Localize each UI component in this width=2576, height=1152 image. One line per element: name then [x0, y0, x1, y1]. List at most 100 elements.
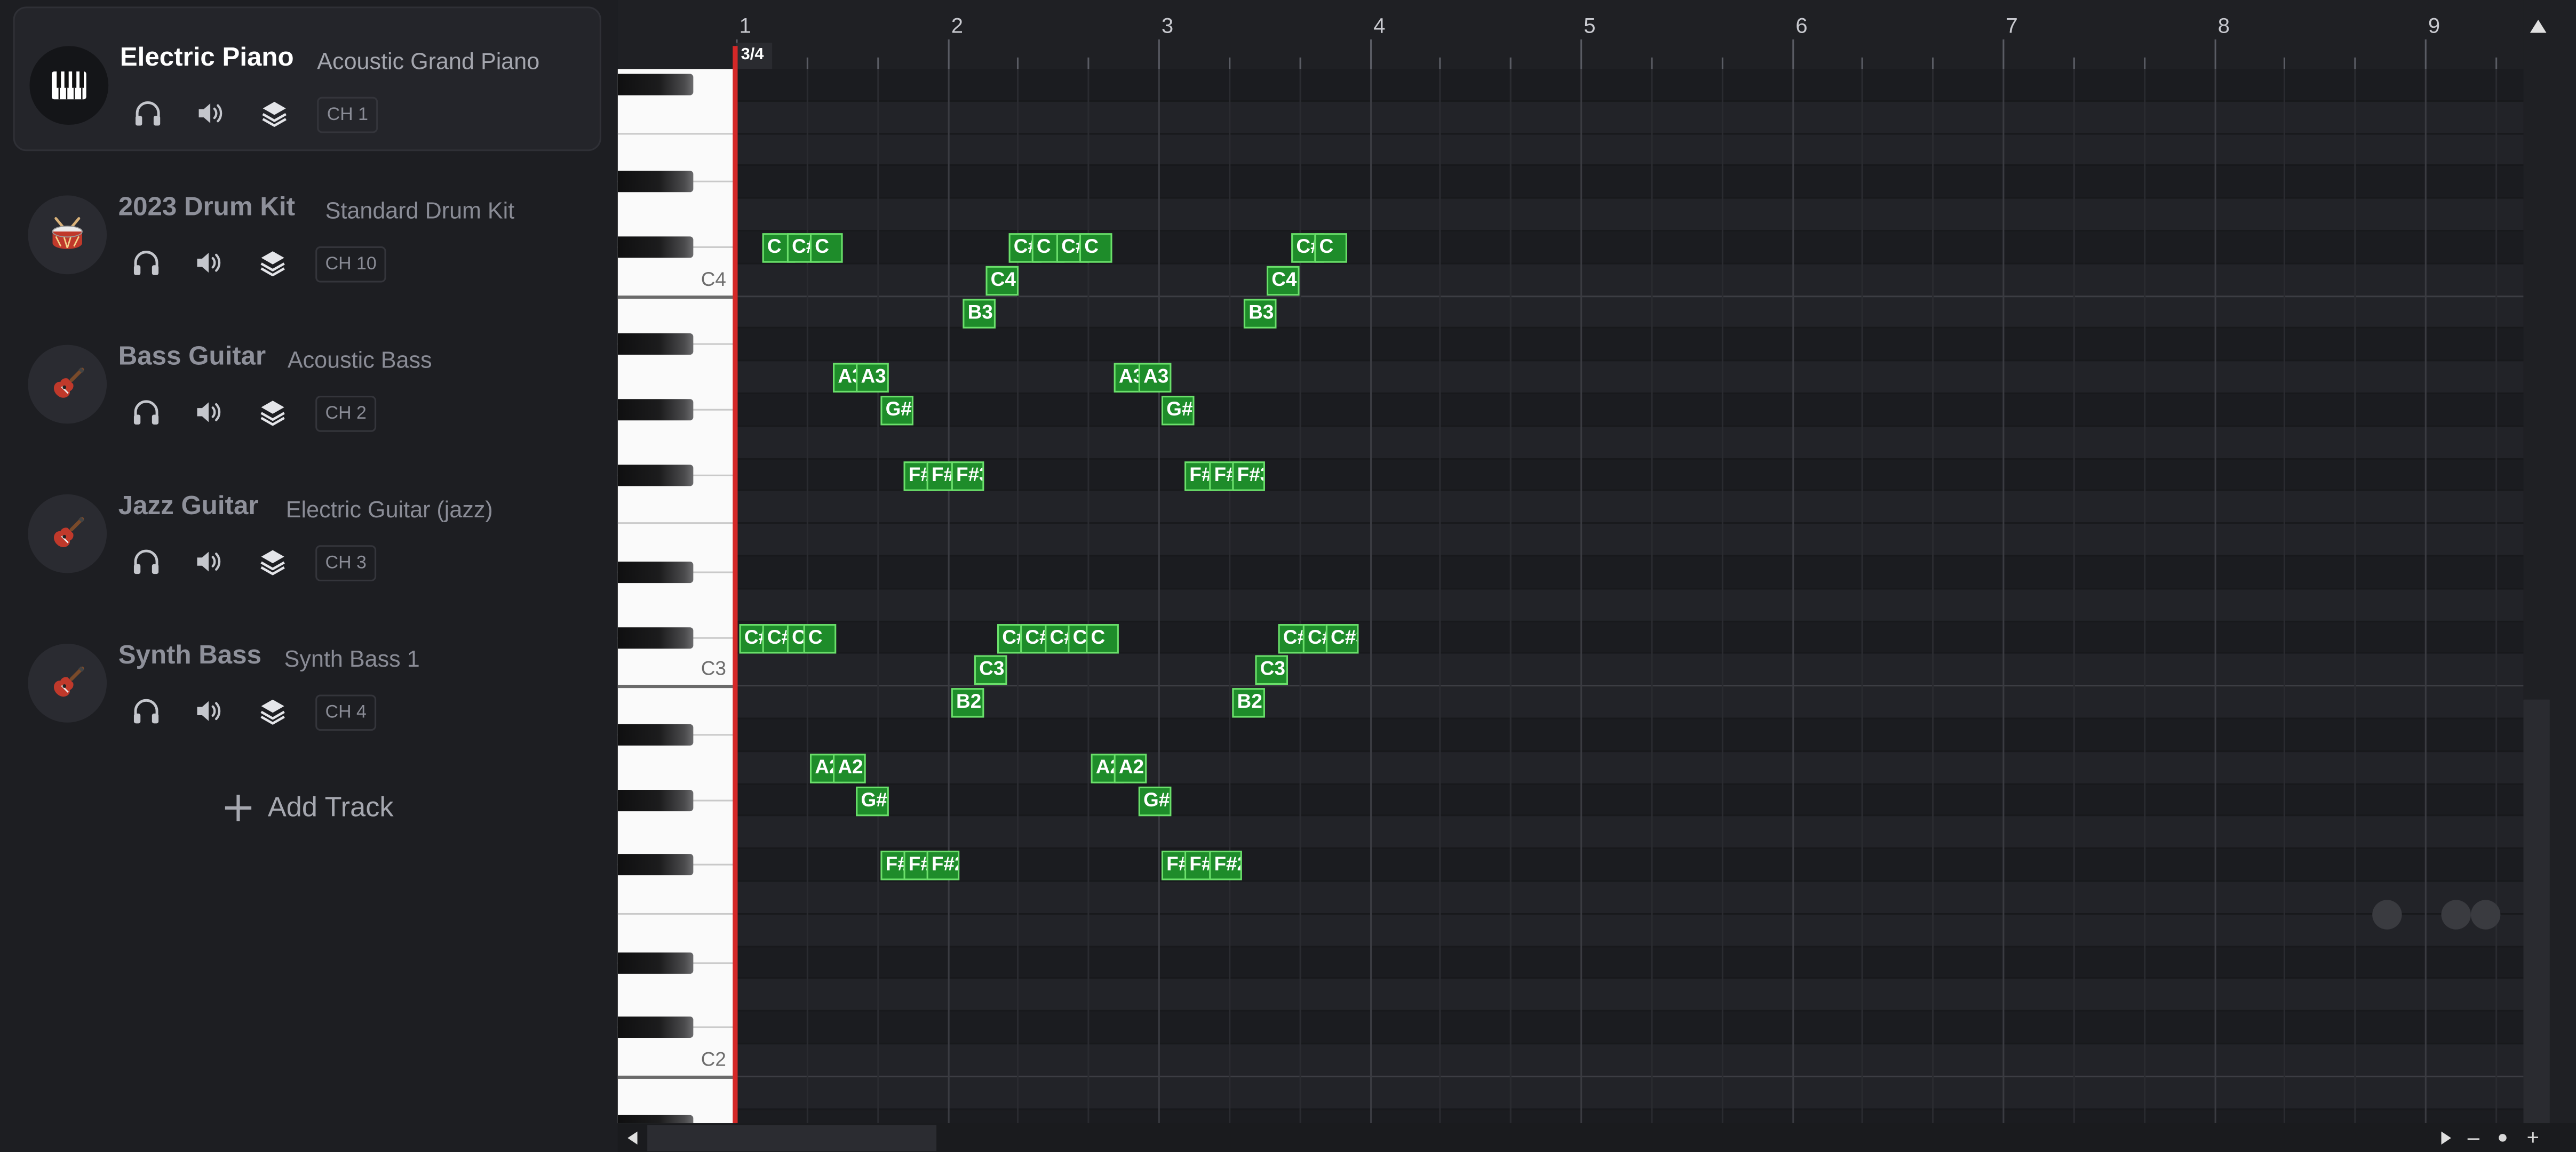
volume-icon[interactable]: [192, 95, 228, 132]
midi-note[interactable]: F#2: [1209, 850, 1242, 881]
black-key[interactable]: [617, 951, 694, 973]
midi-note[interactable]: C: [1086, 624, 1119, 654]
midi-note[interactable]: C: [1079, 233, 1112, 263]
scroll-up-arrow-icon[interactable]: [2530, 19, 2547, 33]
midi-note[interactable]: F#2: [926, 850, 960, 881]
black-key[interactable]: [617, 562, 694, 583]
track-instrument[interactable]: Acoustic Bass: [288, 347, 432, 373]
grid-row: [736, 589, 2524, 622]
track-item[interactable]: Bass Guitar Acoustic Bass CH 2: [13, 307, 601, 452]
track-name[interactable]: Synth Bass: [118, 642, 261, 671]
headphones-icon[interactable]: [128, 693, 164, 729]
track-instrument[interactable]: Electric Guitar (jazz): [286, 496, 493, 522]
timeline-ruler[interactable]: 1 2 3 4 5 6 7 8 9 3/4: [736, 0, 2524, 69]
midi-note[interactable]: C4: [1266, 266, 1300, 296]
scroll-right-arrow-icon[interactable]: [2441, 1131, 2451, 1145]
track-instrument[interactable]: Synth Bass 1: [284, 645, 420, 671]
headphones-icon[interactable]: [128, 543, 164, 580]
layers-icon[interactable]: [256, 95, 292, 132]
black-key[interactable]: [617, 171, 694, 193]
midi-note[interactable]: C4: [985, 266, 1019, 296]
headphones-icon[interactable]: [128, 394, 164, 430]
channel-badge[interactable]: CH 2: [315, 396, 377, 432]
midi-note[interactable]: A3: [1138, 363, 1172, 393]
midi-note[interactable]: C3: [974, 655, 1007, 685]
track-name[interactable]: 2023 Drum Kit: [118, 194, 295, 223]
midi-note[interactable]: G#3: [1161, 396, 1195, 426]
midi-note[interactable]: F#3: [1232, 461, 1265, 491]
midi-note[interactable]: F#3: [951, 461, 984, 491]
midi-note[interactable]: C: [803, 624, 837, 654]
add-track-label: Add Track: [267, 791, 394, 823]
headphones-icon[interactable]: [130, 95, 166, 132]
black-key[interactable]: [617, 236, 694, 258]
beat-line: [1651, 69, 1653, 1124]
midi-note[interactable]: G#2: [856, 786, 889, 817]
loop-marker-dot[interactable]: [2470, 900, 2501, 930]
layers-icon[interactable]: [255, 543, 291, 580]
black-key[interactable]: [617, 74, 694, 95]
headphones-icon[interactable]: [128, 245, 164, 281]
volume-icon[interactable]: [190, 543, 227, 580]
track-item[interactable]: 2023 Drum Kit Standard Drum Kit CH 10: [13, 158, 601, 302]
midi-note[interactable]: B3: [1243, 299, 1277, 329]
track-item[interactable]: Jazz Guitar Electric Guitar (jazz) CH 3: [13, 457, 601, 601]
volume-icon[interactable]: [190, 394, 227, 430]
midi-note[interactable]: B2: [1232, 688, 1265, 718]
channel-badge[interactable]: CH 4: [315, 694, 377, 731]
black-key[interactable]: [617, 334, 694, 356]
layers-icon[interactable]: [255, 394, 291, 430]
track-name[interactable]: Jazz Guitar: [118, 493, 259, 522]
note-grid[interactable]: CC#4CA3A3G#3F#3F#3F#3B3C4C#4CC#4CA3A3G#3…: [736, 69, 2524, 1124]
black-key[interactable]: [617, 724, 694, 746]
track-name[interactable]: Bass Guitar: [118, 343, 266, 373]
ruler-tick: [1932, 57, 1934, 69]
vertical-scroll-thumb[interactable]: [2523, 699, 2550, 1124]
midi-note[interactable]: A3: [856, 363, 889, 393]
zoom-in-button[interactable]: +: [2527, 1126, 2539, 1149]
volume-icon[interactable]: [190, 245, 227, 281]
loop-marker-dot[interactable]: [2441, 900, 2471, 930]
layers-icon[interactable]: [255, 693, 291, 729]
layers-icon[interactable]: [255, 245, 291, 281]
black-key[interactable]: [617, 854, 694, 876]
zoom-out-button[interactable]: –: [2468, 1126, 2479, 1149]
black-key[interactable]: [617, 1114, 694, 1124]
volume-icon[interactable]: [190, 693, 227, 729]
horizontal-scrollbar[interactable]: – ● +: [617, 1123, 2576, 1152]
black-key[interactable]: [617, 464, 694, 486]
black-key[interactable]: [617, 399, 694, 421]
ruler-tick: [1299, 57, 1301, 69]
midi-note[interactable]: A2: [833, 754, 866, 783]
vertical-scrollbar[interactable]: [2372, 0, 2576, 1124]
track-item[interactable]: Synth Bass Synth Bass 1 CH 4: [13, 606, 601, 750]
add-track-button[interactable]: Add Track: [224, 785, 394, 831]
playhead[interactable]: [733, 46, 738, 1124]
channel-badge[interactable]: CH 3: [315, 545, 377, 581]
white-key-divider: [617, 685, 736, 689]
midi-note[interactable]: G#3: [880, 396, 913, 426]
channel-badge[interactable]: CH 1: [317, 97, 378, 133]
midi-note[interactable]: C3: [1255, 655, 1288, 685]
black-key[interactable]: [617, 626, 694, 648]
scroll-left-arrow-icon[interactable]: [627, 1131, 638, 1145]
midi-note[interactable]: B2: [951, 688, 984, 718]
midi-note[interactable]: B3: [963, 299, 996, 329]
horizontal-scroll-thumb[interactable]: [647, 1125, 937, 1151]
track-instrument[interactable]: Acoustic Grand Piano: [317, 47, 539, 74]
midi-note[interactable]: C#3: [1325, 624, 1359, 654]
black-key[interactable]: [617, 789, 694, 811]
black-key[interactable]: [617, 1017, 694, 1038]
midi-note[interactable]: A2: [1114, 754, 1147, 783]
midi-note[interactable]: G#2: [1138, 786, 1172, 817]
octave-line: [736, 685, 2524, 687]
zoom-reset-button[interactable]: ●: [2497, 1126, 2508, 1149]
midi-note[interactable]: C: [1314, 233, 1347, 263]
channel-badge[interactable]: CH 10: [315, 246, 387, 283]
track-instrument[interactable]: Standard Drum Kit: [325, 197, 515, 223]
loop-marker-dot[interactable]: [2372, 900, 2402, 930]
midi-note[interactable]: C: [809, 233, 843, 263]
track-item[interactable]: Electric Piano Acoustic Grand Piano CH 1: [13, 6, 601, 151]
track-name[interactable]: Electric Piano: [120, 44, 294, 74]
piano-keyboard[interactable]: C4 C3 C2: [617, 69, 736, 1124]
